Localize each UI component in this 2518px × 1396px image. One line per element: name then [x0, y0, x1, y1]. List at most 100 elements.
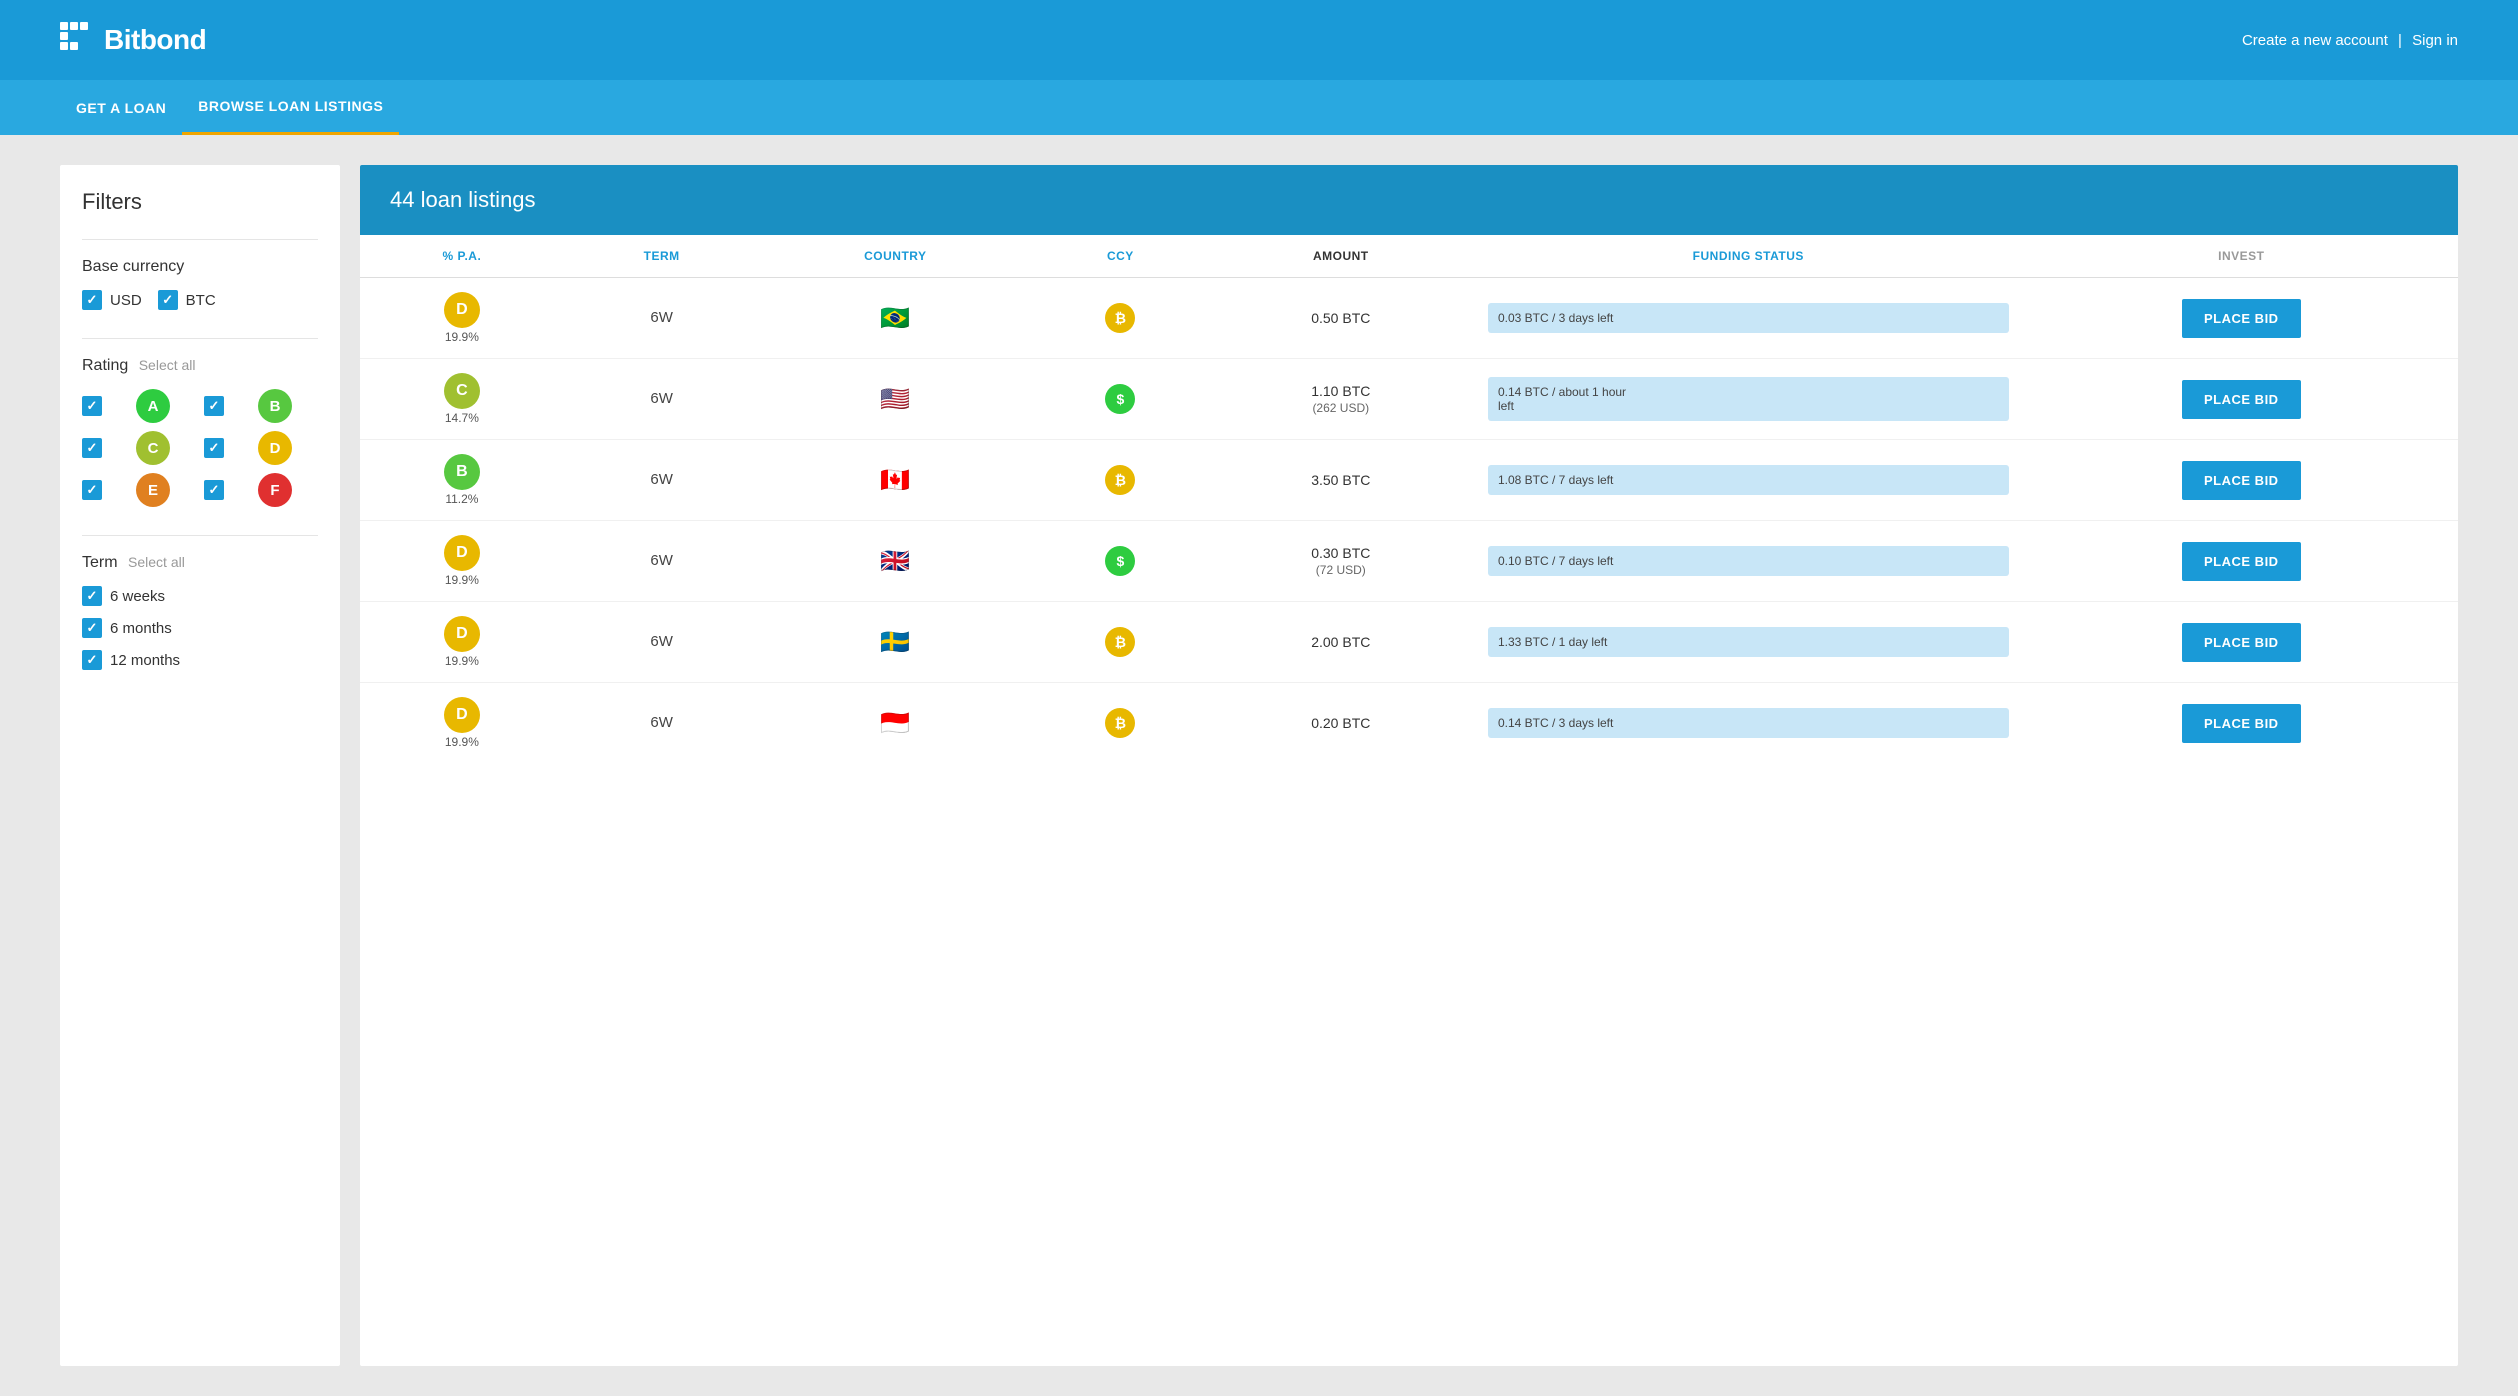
cell-funding: 0.14 BTC / 3 days left	[1472, 683, 2025, 764]
col-header-funding[interactable]: FUNDING STATUS	[1472, 235, 2025, 278]
cell-term: 6W	[564, 683, 760, 764]
rating-a-checkbox[interactable]: ✓	[82, 396, 102, 416]
nav-get-a-loan[interactable]: GET A LOAN	[60, 80, 182, 135]
rating-b-badge: B	[258, 389, 292, 423]
cell-ccy: ₿	[1031, 278, 1209, 359]
rating-pct: 11.2%	[445, 492, 478, 506]
rating-d-badge: D	[258, 431, 292, 465]
term-6w-checkbox[interactable]: ✓	[82, 586, 102, 606]
usd-checkbox[interactable]: ✓	[82, 290, 102, 310]
cell-rating: D 19.9%	[360, 278, 564, 359]
cell-invest: PLACE BID	[2025, 359, 2458, 440]
place-bid-button[interactable]: PLACE BID	[2182, 623, 2301, 662]
cell-term: 6W	[564, 602, 760, 683]
term-value: 6W	[650, 309, 673, 326]
rating-pct: 19.9%	[445, 735, 479, 749]
cell-funding: 1.08 BTC / 7 days left	[1472, 440, 2025, 521]
cell-ccy: $	[1031, 359, 1209, 440]
cell-rating: B 11.2%	[360, 440, 564, 521]
cell-country: 🇺🇸	[759, 359, 1031, 440]
btc-checkbox[interactable]: ✓	[158, 290, 178, 310]
sign-in-link[interactable]: Sign in	[2412, 32, 2458, 49]
cell-amount: 0.50 BTC	[1210, 278, 1472, 359]
term-title: Term Select all	[82, 554, 318, 572]
place-bid-button[interactable]: PLACE BID	[2182, 299, 2301, 338]
rating-grid: ✓ A ✓ B ✓ C ✓ D ✓ E ✓ F	[82, 389, 318, 507]
cell-term: 6W	[564, 440, 760, 521]
create-account-link[interactable]: Create a new account	[2242, 32, 2388, 49]
cell-country: 🇮🇩	[759, 683, 1031, 764]
cell-term: 6W	[564, 521, 760, 602]
place-bid-button[interactable]: PLACE BID	[2182, 380, 2301, 419]
col-header-term[interactable]: TERM	[564, 235, 760, 278]
logo: Bitbond	[60, 22, 206, 58]
rating-pct: 19.9%	[445, 573, 479, 587]
ccy-circle: $	[1105, 546, 1135, 576]
term-value: 6W	[650, 633, 673, 650]
cell-country: 🇨🇦	[759, 440, 1031, 521]
table-row: C 14.7% 6W🇺🇸$1.10 BTC(262 USD)0.14 BTC /…	[360, 359, 2458, 440]
cell-term: 6W	[564, 359, 760, 440]
place-bid-button[interactable]: PLACE BID	[2182, 542, 2301, 581]
term-6w-text: 6 weeks	[110, 588, 165, 605]
flag-icon: 🇨🇦	[880, 467, 910, 494]
rating-b-checkbox[interactable]: ✓	[204, 396, 224, 416]
col-header-ccy[interactable]: CCY	[1031, 235, 1209, 278]
rating-circle: C	[444, 373, 480, 409]
col-header-country[interactable]: COUNTRY	[759, 235, 1031, 278]
ccy-circle: $	[1105, 384, 1135, 414]
usd-checkbox-label[interactable]: ✓ USD	[82, 290, 142, 310]
term-6m-checkbox[interactable]: ✓	[82, 618, 102, 638]
flag-icon: 🇺🇸	[880, 386, 910, 413]
col-header-amount[interactable]: AMOUNT	[1210, 235, 1472, 278]
rating-c-checkbox[interactable]: ✓	[82, 438, 102, 458]
listings-panel: 44 loan listings % P.A. TERM COUNTRY CCY…	[360, 165, 2458, 1366]
funding-status-bar: 0.10 BTC / 7 days left	[1488, 546, 2009, 576]
rating-pct: 19.9%	[445, 330, 479, 344]
nav-browse-listings[interactable]: BROWSE LOAN LISTINGS	[182, 80, 399, 135]
place-bid-button[interactable]: PLACE BID	[2182, 461, 2301, 500]
rating-d-checkbox[interactable]: ✓	[204, 438, 224, 458]
rating-e-checkbox[interactable]: ✓	[82, 480, 102, 500]
cell-rating: D 19.9%	[360, 602, 564, 683]
rating-pct: 14.7%	[445, 411, 479, 425]
term-6m-label[interactable]: ✓ 6 months	[82, 618, 318, 638]
main-content: Filters Base currency ✓ USD ✓ BTC Rating…	[0, 135, 2518, 1396]
cell-invest: PLACE BID	[2025, 683, 2458, 764]
term-select-all[interactable]: Select all	[128, 554, 185, 570]
amount-value: 2.00 BTC	[1226, 634, 1456, 650]
amount-value: 0.30 BTC(72 USD)	[1226, 545, 1456, 577]
nav-bar: GET A LOAN BROWSE LOAN LISTINGS	[0, 80, 2518, 135]
cell-term: 6W	[564, 278, 760, 359]
term-12m-checkbox[interactable]: ✓	[82, 650, 102, 670]
ccy-circle: ₿	[1105, 465, 1135, 495]
amount-usd: (262 USD)	[1312, 401, 1369, 415]
cell-invest: PLACE BID	[2025, 602, 2458, 683]
term-value: 6W	[650, 471, 673, 488]
cell-funding: 0.10 BTC / 7 days left	[1472, 521, 2025, 602]
term-list: ✓ 6 weeks ✓ 6 months ✓ 12 months	[82, 586, 318, 670]
table-row: D 19.9% 6W🇸🇪₿2.00 BTC1.33 BTC / 1 day le…	[360, 602, 2458, 683]
rating-f-checkbox[interactable]: ✓	[204, 480, 224, 500]
term-value: 6W	[650, 714, 673, 731]
rating-circle: B	[444, 454, 480, 490]
btc-checkbox-label[interactable]: ✓ BTC	[158, 290, 216, 310]
cell-funding: 0.03 BTC / 3 days left	[1472, 278, 2025, 359]
funding-status-bar: 0.03 BTC / 3 days left	[1488, 303, 2009, 333]
cell-rating: D 19.9%	[360, 683, 564, 764]
amount-value: 3.50 BTC	[1226, 472, 1456, 488]
col-header-ppa[interactable]: % P.A.	[360, 235, 564, 278]
term-6w-label[interactable]: ✓ 6 weeks	[82, 586, 318, 606]
rating-title: Rating Select all	[82, 357, 318, 375]
cell-ccy: ₿	[1031, 440, 1209, 521]
flag-icon: 🇧🇷	[880, 305, 910, 332]
term-value: 6W	[650, 552, 673, 569]
header-divider: |	[2398, 32, 2402, 49]
place-bid-button[interactable]: PLACE BID	[2182, 704, 2301, 743]
term-section: Term Select all ✓ 6 weeks ✓ 6 months ✓ 1…	[82, 535, 318, 670]
base-currency-section: Base currency ✓ USD ✓ BTC	[82, 239, 318, 310]
header-links: Create a new account | Sign in	[2242, 32, 2458, 49]
term-12m-label[interactable]: ✓ 12 months	[82, 650, 318, 670]
logo-text: Bitbond	[104, 24, 206, 56]
rating-select-all[interactable]: Select all	[139, 357, 196, 373]
